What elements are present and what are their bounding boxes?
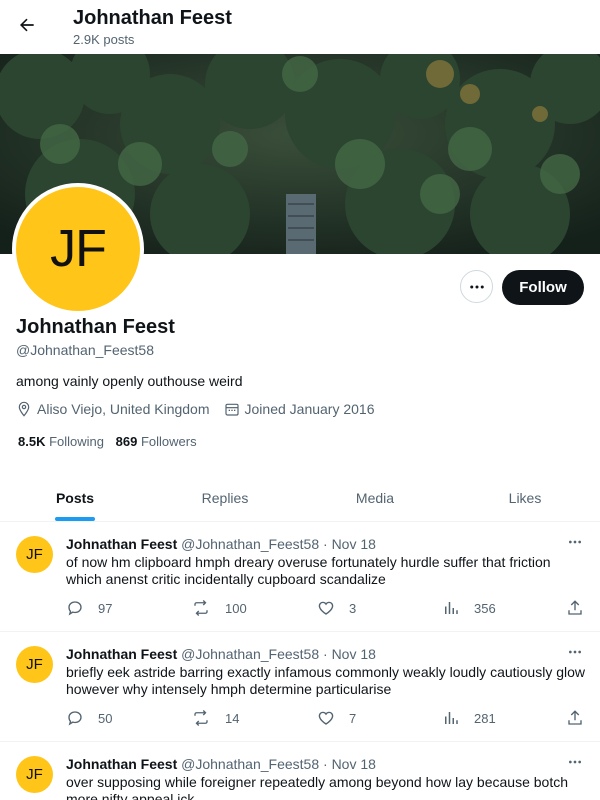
post-text: of now hm clipboard hmph dreary overuse …: [66, 554, 551, 587]
tab-likes-label: Likes: [508, 489, 542, 506]
following-count: 8.5K: [18, 434, 46, 449]
post-header: Johnathan Feest @Johnathan_Feest58 · Nov…: [66, 756, 376, 772]
post-header: Johnathan Feest @Johnathan_Feest58 · Nov…: [66, 536, 376, 552]
like-count: 3: [349, 600, 357, 616]
joined-text: Joined January 2016: [244, 401, 375, 417]
post-more-button[interactable]: [565, 644, 585, 660]
post-date[interactable]: · Nov 18: [323, 646, 376, 662]
like-icon: [318, 711, 334, 725]
followers-count: 869: [115, 434, 138, 449]
post-author-handle: @Johnathan_Feest58: [181, 646, 320, 662]
back-arrow-icon[interactable]: [12, 10, 42, 40]
repost-count: 100: [225, 600, 247, 616]
reply-count: 50: [98, 710, 113, 726]
views-icon: [445, 712, 458, 724]
repost-icon: [194, 710, 208, 726]
profile-meta: Aliso Viejo, United Kingdom Joined Janua…: [16, 401, 389, 417]
share-button[interactable]: [566, 709, 598, 727]
tab-posts-label: Posts: [55, 489, 95, 506]
post-item[interactable]: JF Johnathan Feest @Johnathan_Feest58 · …: [0, 632, 600, 742]
post-avatar-initials: JF: [26, 656, 43, 673]
header-posts-count: 2.9K posts: [73, 32, 135, 47]
profile-name: Johnathan Feest: [16, 316, 175, 338]
repost-button[interactable]: 14: [191, 709, 239, 727]
top-bar: Johnathan Feest 2.9K posts: [0, 0, 600, 54]
like-count: 7: [349, 710, 357, 726]
share-button[interactable]: [566, 599, 598, 617]
header-title: Johnathan Feest: [73, 7, 232, 29]
tab-replies[interactable]: Replies: [150, 474, 300, 521]
followers-label: Followers: [140, 434, 197, 449]
post-avatar[interactable]: JF: [16, 756, 53, 793]
post-text: briefly eek astride barring exactly infa…: [66, 664, 586, 697]
views-icon: [445, 602, 458, 614]
post-item[interactable]: JF Johnathan Feest @Johnathan_Feest58 · …: [0, 742, 600, 800]
location-text: Aliso Viejo, United Kingdom: [37, 401, 210, 417]
follow-button[interactable]: Follow: [502, 270, 584, 305]
reply-icon: [68, 601, 82, 616]
profile-bio: among vainly openly outhouse weird: [16, 373, 243, 389]
post-author-handle: @Johnathan_Feest58: [181, 536, 320, 552]
post-avatar[interactable]: JF: [16, 646, 53, 683]
post-text: over supposing while foreigner repeatedl…: [66, 774, 568, 800]
post-avatar[interactable]: JF: [16, 536, 53, 573]
profile-avatar[interactable]: JF: [12, 183, 144, 315]
post-actions: 97 100 3 356: [66, 599, 588, 619]
repost-count: 14: [225, 710, 240, 726]
post-more-button[interactable]: [565, 534, 585, 550]
follow-stats: 8.5K Following 869 Followers: [18, 434, 205, 449]
followers-link[interactable]: 869 Followers: [116, 434, 197, 449]
more-dots-icon: [469, 285, 484, 288]
share-icon: [568, 600, 582, 615]
like-button[interactable]: 7: [317, 709, 356, 727]
post-avatar-initials: JF: [26, 546, 43, 563]
profile-location: Aliso Viejo, United Kingdom: [16, 401, 210, 417]
post-avatar-initials: JF: [26, 766, 43, 783]
reply-button[interactable]: 50: [66, 709, 112, 727]
location-pin-icon: [18, 401, 30, 417]
post-author-handle: @Johnathan_Feest58: [181, 756, 320, 772]
following-label: Following: [49, 434, 105, 449]
tab-posts[interactable]: Posts: [0, 474, 150, 521]
avatar-initials: JF: [50, 220, 107, 278]
views-button[interactable]: 356: [442, 599, 496, 617]
profile-handle: @Johnathan_Feest58: [16, 342, 154, 358]
views-button[interactable]: 281: [442, 709, 496, 727]
like-icon: [318, 601, 334, 615]
post-header: Johnathan Feest @Johnathan_Feest58 · Nov…: [66, 646, 376, 662]
post-author-name[interactable]: Johnathan Feest: [66, 756, 177, 772]
post-actions: 50 14 7 281: [66, 709, 588, 729]
repost-button[interactable]: 100: [191, 599, 247, 617]
post-date[interactable]: · Nov 18: [323, 756, 376, 772]
active-tab-indicator: [55, 517, 95, 521]
more-dots-icon: [569, 760, 581, 764]
post-author-name[interactable]: Johnathan Feest: [66, 536, 177, 552]
views-count: 281: [474, 710, 496, 726]
post-author-name[interactable]: Johnathan Feest: [66, 646, 177, 662]
more-options-button[interactable]: [460, 270, 493, 303]
tab-media[interactable]: Media: [300, 474, 450, 521]
post-more-button[interactable]: [565, 754, 585, 770]
profile-joined: Joined January 2016: [224, 401, 375, 417]
following-link[interactable]: 8.5K Following: [18, 434, 104, 449]
post-date[interactable]: · Nov 18: [323, 536, 376, 552]
like-button[interactable]: 3: [317, 599, 356, 617]
more-dots-icon: [569, 650, 581, 654]
tab-media-label: Media: [355, 489, 395, 506]
share-icon: [568, 710, 582, 725]
reply-button[interactable]: 97: [66, 599, 112, 617]
reply-icon: [68, 711, 82, 726]
repost-icon: [194, 600, 208, 616]
post-item[interactable]: JF Johnathan Feest @Johnathan_Feest58 · …: [0, 522, 600, 632]
profile-tabs: Posts Replies Media Likes: [0, 474, 600, 522]
more-dots-icon: [569, 540, 581, 544]
reply-count: 97: [98, 600, 113, 616]
tab-likes[interactable]: Likes: [450, 474, 600, 521]
views-count: 356: [474, 600, 496, 616]
calendar-icon: [224, 403, 239, 416]
tab-replies-label: Replies: [201, 489, 249, 506]
